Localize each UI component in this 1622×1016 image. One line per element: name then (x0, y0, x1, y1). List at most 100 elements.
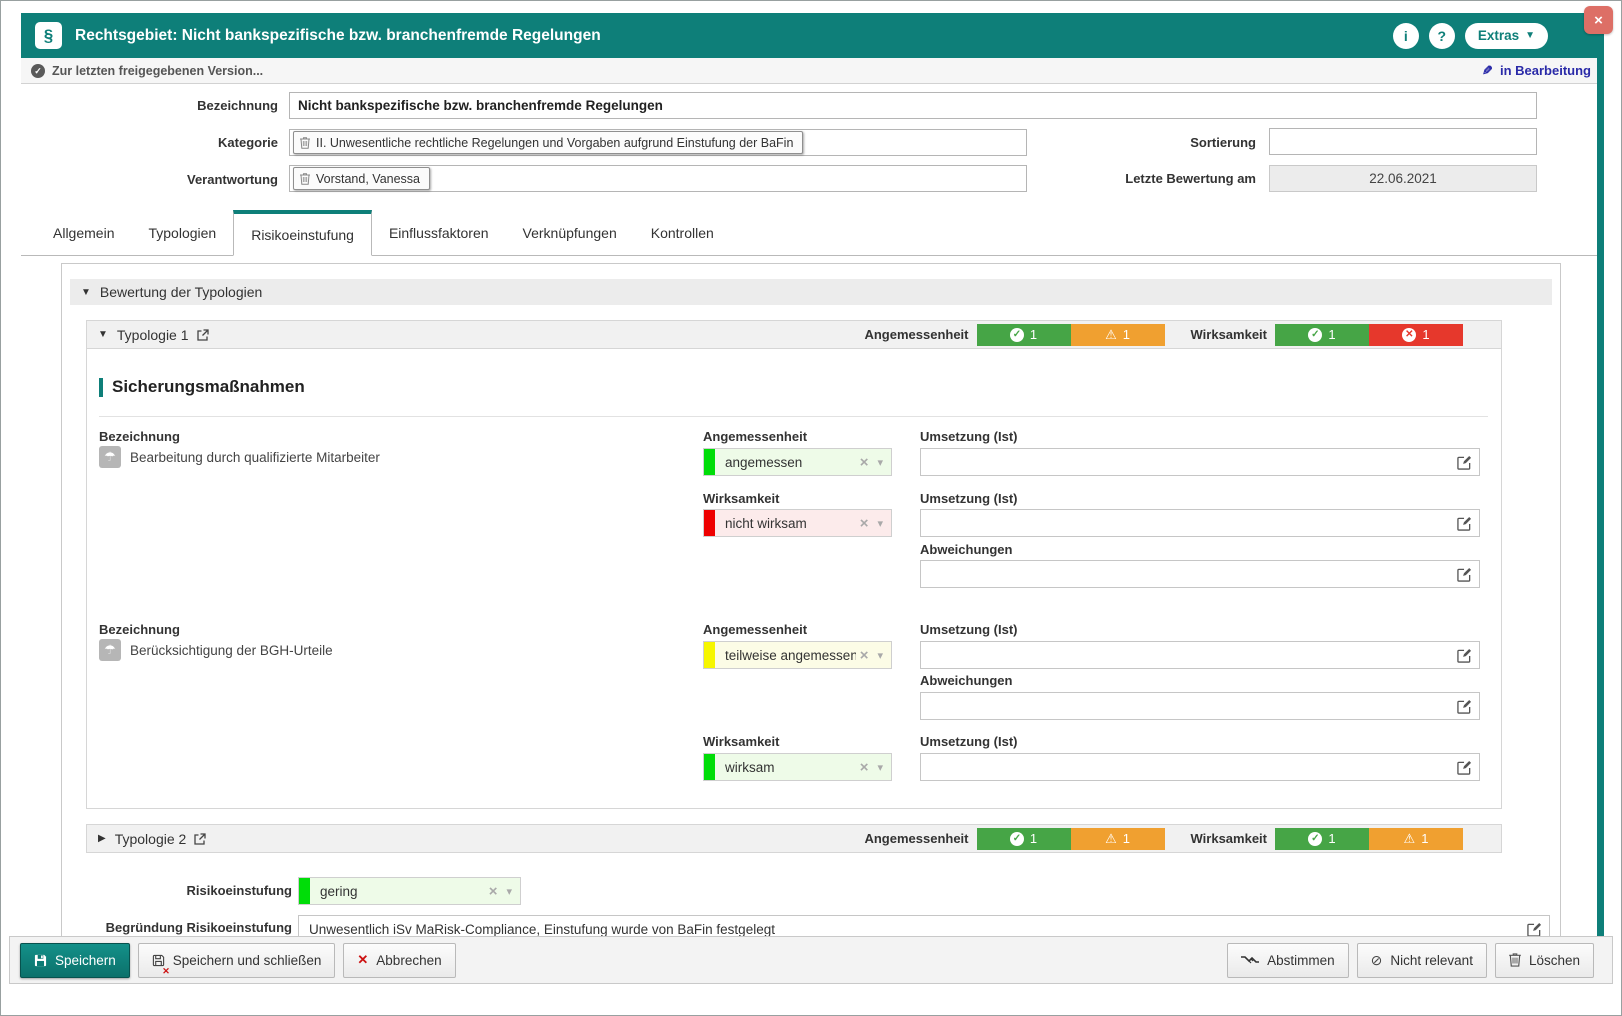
editing-status: ✎ in Bearbeitung (1482, 63, 1591, 79)
clear-icon[interactable]: × (860, 647, 869, 664)
chevron-down-icon[interactable]: ▾ (877, 517, 883, 530)
cancel-label: Abbrechen (376, 953, 441, 968)
help-button[interactable]: ? (1429, 23, 1455, 49)
version-link-label: Zur letzten freigegebenen Version... (52, 64, 263, 78)
info-button[interactable]: i (1393, 23, 1419, 49)
external-link-icon[interactable] (194, 833, 206, 845)
bewertung-typologien-header[interactable]: ▼ Bewertung der Typologien (70, 279, 1552, 305)
check-circle-icon: ✓ (31, 64, 45, 78)
cancel-button[interactable]: ✕ Abbrechen (343, 943, 455, 978)
massnahme2-name-label: Berücksichtigung der BGH-Urteile (130, 643, 333, 658)
wirksamkeit-select[interactable]: nicht wirksam × ▾ (703, 509, 892, 537)
select-value: wirksam (725, 760, 856, 775)
umsetzung-label: Umsetzung (Ist) (920, 622, 1018, 637)
edit-icon[interactable] (1457, 648, 1472, 663)
last-released-version-link[interactable]: ✓ Zur letzten freigegebenen Version... (31, 64, 263, 78)
chevron-down-icon[interactable]: ▾ (877, 761, 883, 774)
select-color-bar (704, 642, 715, 668)
verantwortung-field[interactable]: Vorstand, Vanessa (289, 165, 1027, 192)
app-window: § Rechtsgebiet: Nicht bankspezifische bz… (0, 0, 1622, 1016)
warning-icon: ⚠ (1105, 327, 1117, 342)
nicht-relevant-button[interactable]: ⊘ Nicht relevant (1357, 943, 1487, 978)
status-badge-error: ✕ 1 (1369, 324, 1463, 346)
trash-icon[interactable] (300, 137, 310, 149)
tab-allgemein[interactable]: Allgemein (36, 210, 131, 255)
chevron-down-icon: ▼ (1525, 30, 1535, 41)
footer-right-actions: Abstimmen ⊘ Nicht relevant Löschen (1227, 943, 1594, 978)
edit-icon[interactable] (1457, 516, 1472, 531)
angemessenheit-select[interactable]: teilweise angemessen × ▾ (703, 641, 892, 669)
kategorie-chip[interactable]: II. Unwesentliche rechtliche Regelungen … (293, 131, 803, 154)
footer-toolbar: Speichern ✕ Speichern und schließen ✕ Ab… (9, 936, 1613, 984)
abweichungen-input[interactable] (920, 692, 1480, 720)
sortierung-input[interactable] (1269, 128, 1537, 155)
umsetzung-ist-input[interactable] (920, 509, 1480, 537)
kategorie-field[interactable]: II. Unwesentliche rechtliche Regelungen … (289, 129, 1027, 156)
risikoeinstufung-select[interactable]: gering × ▾ (298, 877, 521, 905)
status-badge-ok: ✓ 1 (1275, 828, 1369, 850)
tab-risikoeinstufung[interactable]: Risikoeinstufung (233, 210, 372, 256)
letzte-bewertung-label: Letzte Bewertung am (1051, 171, 1256, 186)
wirksamkeit-label: Wirksamkeit (703, 491, 779, 506)
edit-icon[interactable] (1457, 567, 1472, 582)
badge-count: 1 (1030, 327, 1037, 342)
save-button[interactable]: Speichern (20, 943, 130, 978)
abweichungen-input[interactable] (920, 560, 1480, 588)
clear-icon[interactable]: × (860, 454, 869, 471)
loeschen-button[interactable]: Löschen (1495, 943, 1594, 978)
select-color-bar (704, 510, 715, 536)
wirksamkeit-select[interactable]: wirksam × ▾ (703, 753, 892, 781)
risikoeinstufung-label: Risikoeinstufung (68, 883, 292, 898)
extras-button[interactable]: Extras ▼ (1465, 23, 1548, 49)
trash-icon[interactable] (300, 173, 310, 185)
edit-icon[interactable] (1457, 760, 1472, 775)
tab-kontrollen[interactable]: Kontrollen (634, 210, 731, 255)
titlebar-actions: i ? Extras ▼ (1393, 23, 1548, 49)
paragraph-icon: § (35, 22, 62, 49)
window-title: Rechtsgebiet: Nicht bankspezifische bzw.… (75, 27, 601, 45)
status-badge-ok: ✓ 1 (977, 324, 1071, 346)
angemessenheit-select[interactable]: angemessen × ▾ (703, 448, 892, 476)
save-and-close-button[interactable]: ✕ Speichern und schließen (138, 943, 336, 978)
edit-icon[interactable] (1457, 699, 1472, 714)
clear-icon[interactable]: × (860, 515, 869, 532)
close-button[interactable]: × (1584, 6, 1613, 34)
typologie2-header[interactable]: ▶ Typologie 2 Angemessenheit ✓ 1 ⚠ 1 Wir… (86, 824, 1502, 853)
warning-icon: ⚠ (1105, 831, 1117, 846)
sicherungsmassnahmen-heading: Sicherungsmaßnahmen (99, 377, 305, 397)
massnahme1-name: ☂ Bearbeitung durch qualifizierte Mitarb… (99, 446, 380, 468)
abstimmen-button[interactable]: Abstimmen (1227, 943, 1349, 978)
badge-count: 1 (1328, 327, 1335, 342)
extras-label: Extras (1478, 28, 1519, 43)
umsetzung-ist-input[interactable] (920, 641, 1480, 669)
massnahme2-name: ☂ Berücksichtigung der BGH-Urteile (99, 639, 333, 661)
bezeichnung-input[interactable] (289, 92, 1537, 119)
chevron-down-icon[interactable]: ▾ (877, 649, 883, 662)
x-circle-icon: ✕ (1402, 328, 1416, 342)
tab-verknuepfungen[interactable]: Verknüpfungen (506, 210, 634, 255)
status-bar: ✓ Zur letzten freigegebenen Version... ✎… (21, 58, 1603, 84)
edit-icon[interactable] (1527, 922, 1542, 937)
badge-count: 1 (1422, 327, 1429, 342)
umsetzung-ist-input[interactable] (920, 753, 1480, 781)
chevron-down-icon[interactable]: ▾ (877, 456, 883, 469)
select-color-bar (704, 449, 715, 475)
verantwortung-chip[interactable]: Vorstand, Vanessa (293, 167, 430, 190)
chevron-down-icon[interactable]: ▾ (506, 885, 512, 898)
tab-typologien[interactable]: Typologien (131, 210, 233, 255)
wirksamkeit-label: Wirksamkeit (703, 734, 779, 749)
edit-icon[interactable] (1457, 455, 1472, 470)
caret-down-icon: ▼ (81, 287, 91, 298)
select-value: teilweise angemessen (725, 648, 856, 663)
tab-einflussfaktoren[interactable]: Einflussfaktoren (372, 210, 506, 255)
check-circle-icon: ✓ (1010, 328, 1024, 342)
typologie2-badges: Angemessenheit ✓ 1 ⚠ 1 Wirksamkeit ✓ 1 ⚠… (864, 828, 1463, 850)
umsetzung-ist-input[interactable] (920, 448, 1480, 476)
external-link-icon[interactable] (197, 329, 209, 341)
umsetzung-label: Umsetzung (Ist) (920, 734, 1018, 749)
clear-icon[interactable]: × (860, 759, 869, 776)
typologie1-header[interactable]: ▼ Typologie 1 Angemessenheit ✓ 1 ⚠ 1 Wir… (86, 320, 1502, 349)
clear-icon[interactable]: × (489, 883, 498, 900)
caret-down-icon: ▼ (98, 329, 108, 340)
abstimmen-label: Abstimmen (1267, 953, 1335, 968)
